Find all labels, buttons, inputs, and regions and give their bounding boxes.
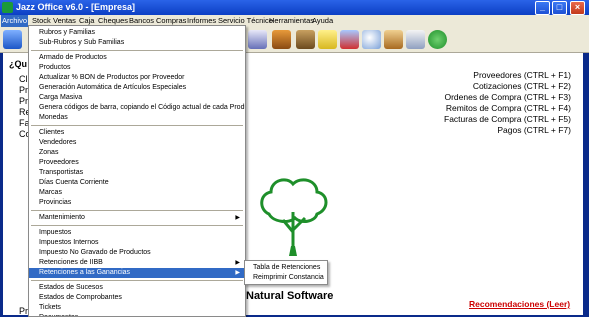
stock-menu-item-label: Provincias [39,199,72,206]
page-heading: ¿Qu [9,59,27,69]
menu-separator [31,125,243,126]
stock-menu-item-label: Actualizar % BON de Productos por Provee… [39,74,185,81]
stock-menu-item-label: Armado de Productos [39,54,107,61]
submenu-arrow-icon: ▶ [235,270,240,276]
stock-menu-item-label: Impuesto No Gravado de Productos [39,249,151,256]
stock-menu-item-label: Retenciones de IIBB [39,259,103,266]
stock-menu-item-label: Estados de Sucesos [39,284,103,291]
minimize-button[interactable]: _ [535,1,550,15]
shortcut-cotizaciones[interactable]: Cotizaciones (CTRL + F2) [473,81,571,92]
brand-tagline: Natural Software [246,290,334,302]
shortcut-pagos[interactable]: Pagos (CTRL + F7) [497,125,571,136]
stock-menu-item[interactable]: Impuesto No Gravado de Productos [29,248,245,258]
print-icon[interactable] [248,30,267,49]
stock-menu-item[interactable]: Actualizar % BON de Productos por Provee… [29,73,245,83]
stock-menu-item-label: Rubros y Familias [39,29,96,36]
shortcut-proveedores[interactable]: Proveedores (CTRL + F1) [473,70,571,81]
menu-ayuda[interactable]: Ayuda [311,15,334,27]
stock-menu-item[interactable]: Vendedores [29,138,245,148]
help-icon[interactable] [428,30,447,49]
left-link[interactable]: Pr [19,85,28,95]
stock-menu-item[interactable]: Provincias [29,198,245,208]
stock-menu-item-label: Marcas [39,189,62,196]
calendar-icon[interactable] [406,30,425,49]
menu-herramientas[interactable]: Herramientas [268,15,315,27]
stock-menu-item-label: Mantenimiento [39,214,85,221]
cube-icon[interactable] [384,30,403,49]
stock-menu-item[interactable]: Armado de Productos [29,53,245,63]
menu-separator [31,280,243,281]
menu-separator [31,50,243,51]
stock-menu-item[interactable]: Marcas [29,188,245,198]
stock-menu-item-label: Transportistas [39,169,84,176]
stock-menu-item[interactable]: Productos [29,63,245,73]
stock-menu-item-label: Tickets [39,304,61,311]
send-icon[interactable] [340,30,359,49]
stock-menu-item-label: Estados de Comprobantes [39,294,122,301]
stock-menu-item-label: Retenciones a las Ganancias [39,269,131,276]
stock-menu-item-label: Proveedores [39,159,79,166]
stock-menu-item-label: Impuestos [39,229,72,236]
window-title: Jazz Office v6.0 - [Empresa] [16,2,136,12]
stock-menu-item-label: Sub-Rubros y Sub Familias [39,39,125,46]
recommendations-link[interactable]: Recomendaciones (Leer) [469,299,570,309]
stock-menu-item[interactable]: Impuestos [29,228,245,238]
stock-menu-item-label: Zonas [39,149,59,156]
stock-menu-item[interactable]: Mantenimiento ▶ [29,213,245,223]
menu-separator [31,225,243,226]
stock-menu-item-label: Productos [39,64,71,71]
submenu-arrow-icon: ▶ [235,260,240,266]
stock-menu-item-label: Clientes [39,129,65,136]
close-button[interactable]: × [570,1,585,15]
submenu-item-label: Tabla de Retenciones [253,264,321,271]
shortcut-facturas-compra[interactable]: Facturas de Compra (CTRL + F5) [444,114,571,125]
stock-menu-item[interactable]: Tickets [29,303,245,313]
save-icon[interactable] [3,30,22,49]
stock-menu-item[interactable]: Transportistas [29,168,245,178]
stock-menu-item[interactable]: Proveedores [29,158,245,168]
stock-menu-item-label: Documentos [39,313,78,316]
submenu-reimprimir-constancia[interactable]: Reimprimir Constancia [245,273,327,283]
stock-menu-item[interactable]: Genera códigos de barra, copiando el Cód… [29,103,245,113]
stock-menu-item-label: Carga Masiva [39,94,83,101]
box-icon[interactable] [296,30,315,49]
stock-menu-item[interactable]: Días Cuenta Corriente [29,178,245,188]
stock-menu-item[interactable]: Zonas [29,148,245,158]
shortcut-remitos-compra[interactable]: Remitos de Compra (CTRL + F4) [446,103,571,114]
menu-separator [31,210,243,211]
app-icon [2,2,13,13]
menu-archivo[interactable]: Archivo [1,15,29,27]
stock-menu-item-label: Vendedores [39,139,77,146]
stock-menu-item-label: Monedas [39,114,68,121]
stock-menu-item[interactable]: Generación Automática de Artículos Espec… [29,83,245,93]
stock-menu-item[interactable]: Estados de Sucesos [29,283,245,293]
stock-dropdown-menu: Rubros y Familias Sub-Rubros y Sub Famili… [28,25,246,317]
shortcut-ordenes-compra[interactable]: Ordenes de Compra (CTRL + F3) [444,92,571,103]
stock-menu-item-label: Impuestos Internos [39,239,99,246]
search-icon[interactable] [362,30,381,49]
stock-menu-item[interactable]: Monedas [29,113,245,123]
stock-menu-item[interactable]: Rubros y Familias [29,28,245,38]
ganancias-submenu: Tabla de Retenciones Reimprimir Constanc… [244,260,328,285]
stock-menu-item-label: Días Cuenta Corriente [39,179,109,186]
stock-menu-item[interactable]: Estados de Comprobantes [29,293,245,303]
stock-menu-item[interactable]: Retenciones a las Ganancias ▶ [29,268,245,278]
title-bar: Jazz Office v6.0 - [Empresa] _ □ × [0,0,589,15]
submenu-arrow-icon: ▶ [235,215,240,221]
stock-menu-item[interactable]: Impuestos Internos [29,238,245,248]
stock-menu-item[interactable]: Retenciones de IIBB ▶ [29,258,245,268]
books-icon[interactable] [272,30,291,49]
left-link[interactable]: Pr [19,96,28,106]
maximize-button[interactable]: □ [552,1,567,15]
stock-menu-item-label: Generación Automática de Artículos Espec… [39,84,187,91]
tree-logo-icon [260,178,328,256]
stock-menu-item[interactable]: Clientes [29,128,245,138]
submenu-item-label: Reimprimir Constancia [253,274,324,281]
folder-icon[interactable] [318,30,337,49]
stock-menu-item[interactable]: Carga Masiva [29,93,245,103]
stock-menu-item[interactable]: Documentos [29,313,245,316]
stock-menu-item[interactable]: Sub-Rubros y Sub Familias [29,38,245,48]
submenu-tabla-retenciones[interactable]: Tabla de Retenciones [245,263,327,273]
stock-menu-item-label: Genera códigos de barra, copiando el Cód… [39,104,246,111]
